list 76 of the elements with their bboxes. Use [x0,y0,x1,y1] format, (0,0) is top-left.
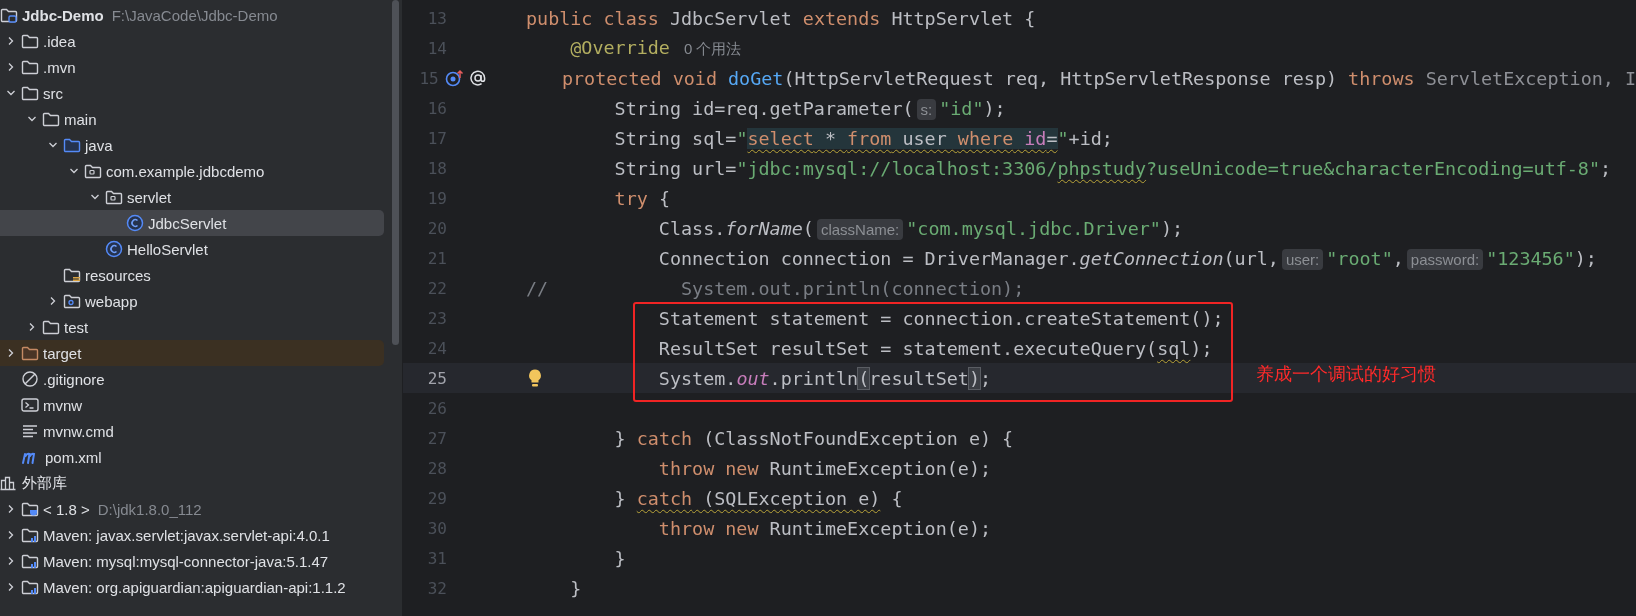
tree-item[interactable]: JdbcServlet [0,210,384,236]
terminal-icon [21,397,39,413]
chevron-icon[interactable] [5,88,16,98]
web-folder-icon [63,293,81,309]
chevron-icon[interactable] [89,192,100,202]
tree-item[interactable]: java [0,132,384,158]
tree-item[interactable]: Jdbc-Demo F:\JavaCode\Jdbc-Demo [0,2,384,28]
chevron-icon[interactable] [47,140,58,150]
code-line: // System.out.println(connection); [526,277,1025,299]
code-line: System.out.println(resultSet); [657,367,992,389]
code-line: throw new RuntimeException(e); [657,517,992,539]
tree-item[interactable]: Maven: javax.servlet:javax.servlet-api:4.0.1 [0,522,384,548]
tree-item[interactable]: src [0,80,384,106]
code-line: } catch (ClassNotFoundException e) { [613,427,1014,449]
tree-item[interactable]: .idea [0,28,384,54]
folder-icon [21,33,39,49]
code-line: Connection connection = DriverManager.getConnection(url, user: "root", password: "123456"); [657,247,1597,269]
tree-item[interactable]: target [0,340,384,366]
tree-item[interactable]: pom.xml [0,444,384,470]
code-line: String sql="select * from user where id="+id; [613,127,1113,149]
package-icon [105,189,123,205]
code-line: } [613,547,626,569]
code-line: Class.forName( className: "com.mysql.jdbc.Driver"); [657,217,1184,239]
code-line: throw new RuntimeException(e); [657,457,992,479]
package-icon [84,163,102,179]
tree-item[interactable]: HelloServlet [0,236,384,262]
class-icon [105,240,123,258]
resources-folder-icon [63,267,81,283]
code-line: String id=req.getParameter( s: "id"); [613,97,1006,119]
code-line: ResultSet resultSet = statement.executeQuery(sql); [657,337,1213,359]
tree-item[interactable]: .mvn [0,54,384,80]
jdk-icon [21,501,39,517]
ignore-icon [21,370,39,388]
code-line: @Override 0 个用法 [569,37,742,59]
chevron-icon[interactable] [26,114,37,124]
library-icon [21,553,39,569]
tree-item[interactable]: servlet [0,184,384,210]
tree-item[interactable]: 外部库 [0,470,384,496]
path-text: F:\JavaCode\Jdbc-Demo [111,6,278,24]
folder-icon [42,319,60,335]
tree-item[interactable]: com.example.jdbcdemo [0,158,384,184]
tree-item[interactable]: Maven: org.apiguardian:apiguardian-api:1.1.2 [0,574,384,600]
source-folder-icon [63,137,81,153]
code-line: } [569,577,582,599]
annotation-note: 养成一个调试的好习惯 [1256,362,1436,386]
path-text: D:\jdk1.8.0_112 [97,500,202,518]
tree-item[interactable]: main [0,106,384,132]
code-line: protected void doGet(HttpServletRequest req, HttpServletResponse resp) throws ServletException, I [560,67,1636,89]
folder-icon [42,111,60,127]
text-file-icon [21,423,39,439]
folder-icon [21,85,39,101]
override-icon[interactable] [444,69,465,87]
tree-item[interactable]: resources [0,262,384,288]
lightbulb-icon[interactable] [527,368,543,388]
folder-icon [21,345,39,361]
tree-item[interactable]: test [0,314,384,340]
tree-item[interactable]: mvnw.cmd [0,418,384,444]
code-line: Statement statement = connection.createStatement(); [657,307,1224,329]
at-sign-icon[interactable] [468,69,487,87]
library-icon [21,579,39,595]
tree-item[interactable]: < 1.8 > D:\jdk1.8.0_112 [0,496,384,522]
tree-item[interactable]: Maven: mysql:mysql-connector-java:5.1.47 [0,548,384,574]
folder-icon [21,59,39,75]
tree-item[interactable]: .gitignore [0,366,384,392]
chevron-icon[interactable] [68,166,79,176]
code-line: public class JdbcServlet extends HttpServlet { [526,7,1036,29]
code-line: } catch (SQLException e) { [613,487,903,509]
code-line: String url="jdbc:mysql://localhost:3306/phpstudy?useUnicode=true&characterEncoding=utf-8"; [613,157,1612,179]
tree-item[interactable]: webapp [0,288,384,314]
scrollbar-thumb[interactable] [391,0,399,345]
line-number: 25 [426,368,447,388]
code-line: try { [613,187,670,209]
tree-item[interactable]: mvnw [0,392,384,418]
class-icon [126,214,144,232]
library-icon [21,527,39,543]
library-icon [0,475,18,491]
